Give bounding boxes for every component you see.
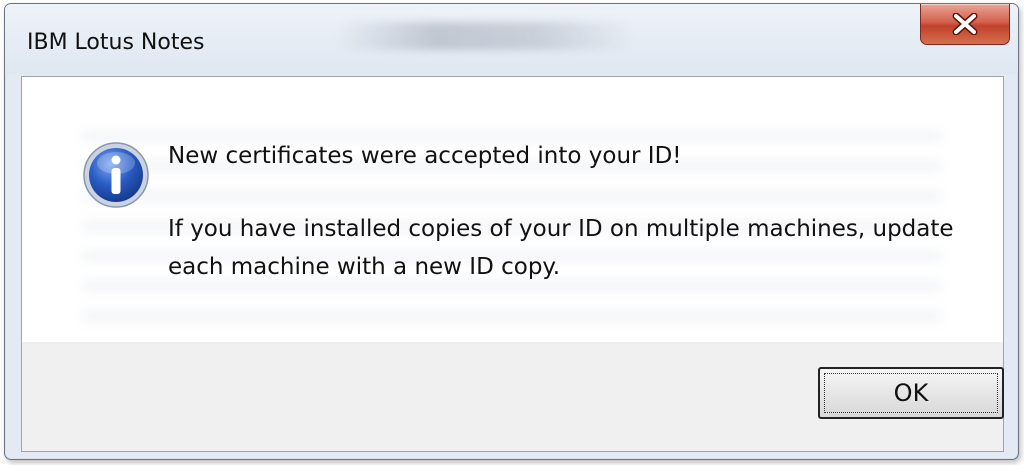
ok-button[interactable]: OK — [818, 367, 1004, 419]
ok-button-label: OK — [893, 379, 929, 407]
message-headline: New certificates were accepted into your… — [168, 143, 682, 169]
close-button[interactable] — [920, 4, 1010, 45]
dialog-content: New certificates were accepted into your… — [21, 76, 1004, 452]
message-area: New certificates were accepted into your… — [22, 77, 1003, 342]
message-body: If you have installed copies of your ID … — [168, 216, 954, 280]
dialog-window: IBM Lotus Notes New certificates were ac… — [4, 3, 1019, 460]
window-title: IBM Lotus Notes — [27, 30, 205, 55]
title-bar[interactable]: IBM Lotus Notes — [5, 4, 1018, 74]
blurred-title-area — [335, 22, 635, 50]
close-x-icon — [952, 13, 978, 35]
info-icon — [83, 142, 149, 208]
